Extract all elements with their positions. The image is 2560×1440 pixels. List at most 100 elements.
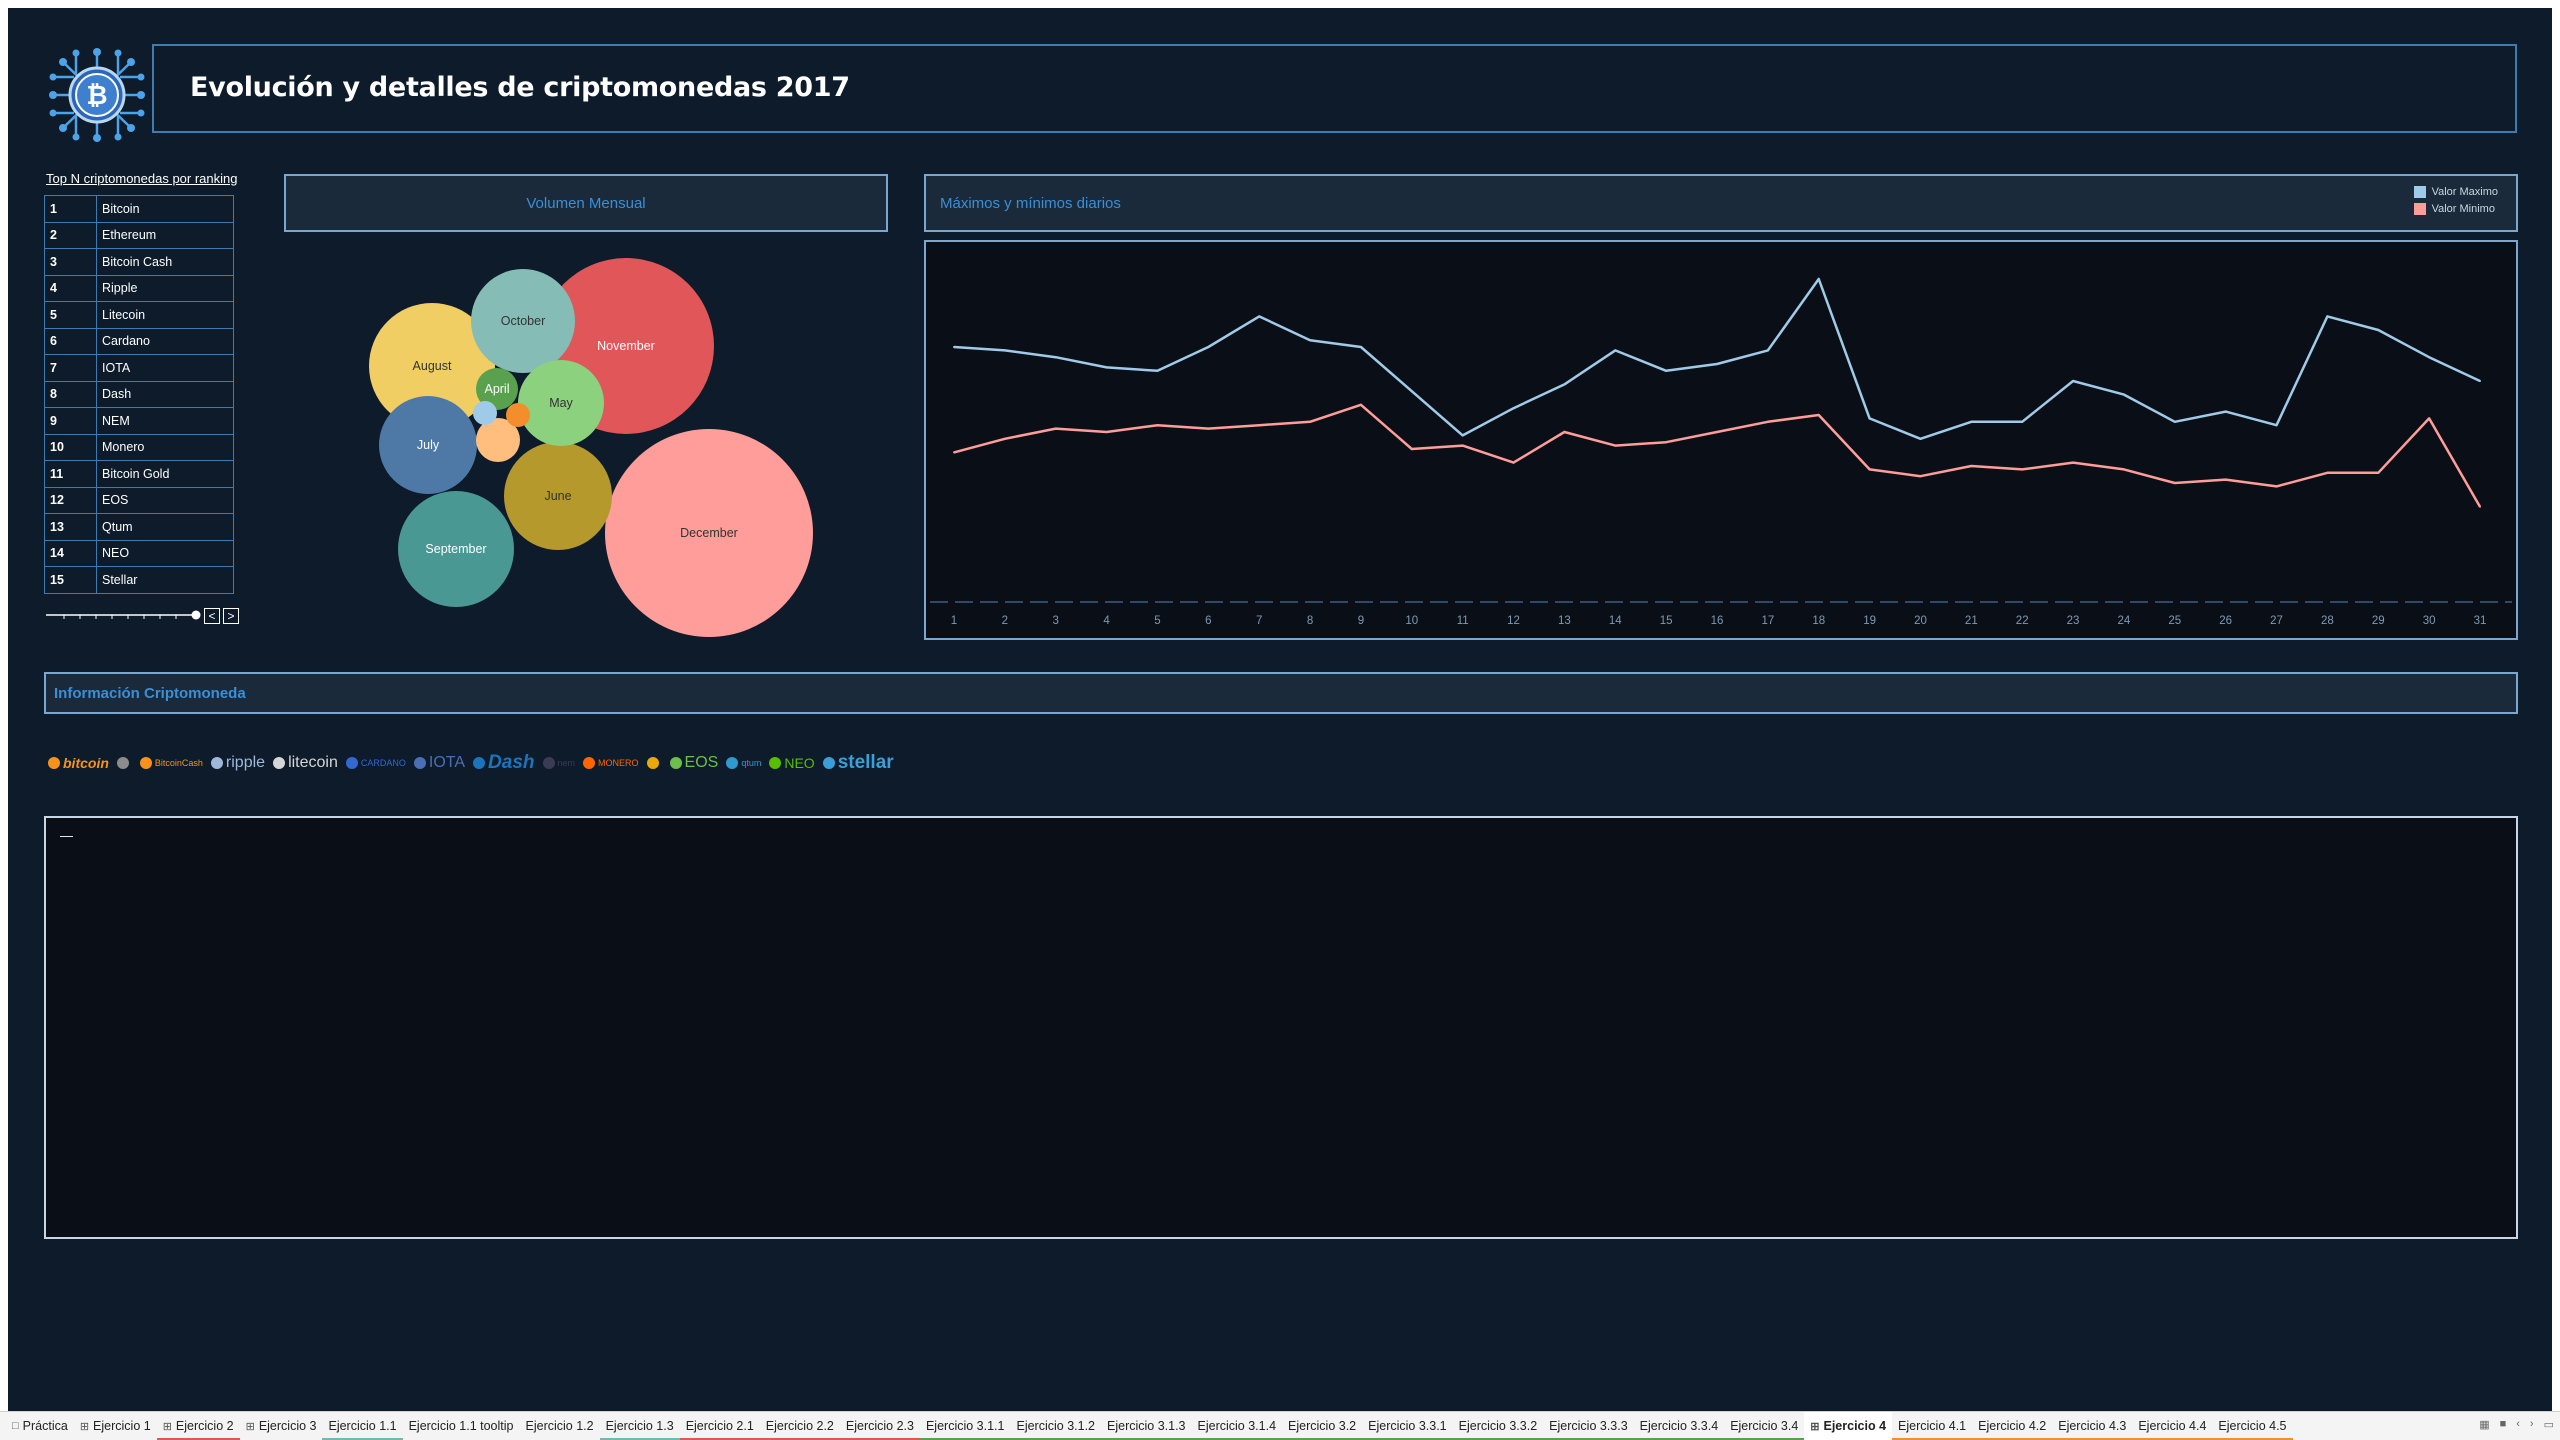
grid-view-icon[interactable]: ▦ [2479,1418,2489,1431]
data-point[interactable] [1105,431,1108,433]
data-point[interactable] [1410,448,1413,450]
data-point[interactable] [2428,417,2431,420]
logo-eos[interactable]: EOS [669,754,718,772]
data-point[interactable] [1716,363,1718,365]
data-point[interactable] [2326,471,2329,474]
scroll-left-icon[interactable]: ‹ [2516,1418,2520,1431]
sheet-tab[interactable]: ⊞ Ejercicio 2 [156,1412,240,1440]
legend-item-max[interactable]: Valor Maximo [2413,186,2498,198]
data-point[interactable] [2173,482,2176,484]
ranking-row[interactable]: 4 Ripple [44,274,234,302]
data-point[interactable] [1919,437,1922,440]
data-point[interactable] [1614,444,1617,447]
logo-qtum[interactable]: qtum [726,757,761,769]
sheet-tab[interactable]: Ejercicio 3.2 [1282,1412,1363,1440]
data-point[interactable] [2428,356,2431,359]
data-point[interactable] [2224,478,2227,481]
ranking-row[interactable]: 11 Bitcoin Gold [44,460,234,488]
sheet-tab[interactable]: Ejercicio 1.1 [322,1412,403,1440]
logo-monero[interactable]: MONERO [583,757,639,769]
sheet-tab[interactable]: Ejercicio 1.3 [599,1412,680,1440]
data-point[interactable] [2275,424,2278,427]
scroll-right-icon[interactable]: › [2530,1418,2534,1431]
data-point[interactable] [1258,424,1261,427]
bubble-small-10[interactable] [506,403,530,427]
data-point[interactable] [1970,420,1973,423]
ranking-row[interactable]: 15 Stellar [44,566,234,594]
ranking-row[interactable]: 2 Ethereum [44,221,234,249]
data-point[interactable] [1512,461,1515,464]
legend-item-min[interactable]: Valor Minimo [2413,203,2498,215]
sheet-tab[interactable]: Ejercicio 3.3.3 [1543,1412,1634,1440]
sheet-tab[interactable]: Ejercicio 3.1.1 [919,1412,1011,1440]
data-point[interactable] [1868,468,1871,471]
data-point[interactable] [1512,407,1515,410]
data-point[interactable] [2122,393,2125,396]
data-point[interactable] [1207,427,1210,430]
sheet-tab[interactable]: Ejercicio 3.3.1 [1362,1412,1453,1440]
data-point[interactable] [2479,505,2481,508]
data-point[interactable] [1156,369,1159,372]
sheet-tab[interactable]: Ejercicio 3.3.2 [1452,1412,1544,1440]
data-point[interactable] [2377,471,2380,474]
ranking-row[interactable]: 8 Dash [44,380,234,408]
ranking-row[interactable]: 7 IOTA [44,354,234,382]
sheet-tab[interactable]: □ Práctica [6,1412,74,1440]
logo-cardano[interactable]: CARDANO [345,757,406,769]
data-point[interactable] [1868,417,1871,420]
data-point[interactable] [2173,420,2176,423]
filmstrip-icon[interactable]: ■ [2500,1418,2507,1431]
logo-dash[interactable]: Dash [473,752,535,774]
data-point[interactable] [2021,420,2024,423]
sheet-tab[interactable]: Ejercicio 3.1.4 [1191,1412,1283,1440]
ranking-prev-button[interactable]: < [204,608,220,624]
ranking-row[interactable]: 5 Litecoin [44,301,234,329]
data-point[interactable] [1003,437,1006,440]
sheet-tab[interactable]: Ejercicio 2.1 [679,1412,760,1440]
data-point[interactable] [1359,403,1362,406]
sheet-tab[interactable]: ⊞ Ejercicio 3 [240,1412,323,1440]
data-point[interactable] [1105,366,1108,369]
bubble-small-11[interactable] [473,401,497,425]
sheet-tab[interactable]: Ejercicio 4.5 [2212,1412,2293,1440]
sheet-tab[interactable]: Ejercicio 2.2 [759,1412,840,1440]
data-point[interactable] [2479,380,2481,382]
logo-iota[interactable]: IOTA [413,754,465,772]
logo-nem[interactable]: nem [542,757,575,769]
present-icon[interactable]: ▭ [2544,1418,2554,1431]
data-point[interactable] [953,346,955,348]
data-point[interactable] [2072,380,2075,382]
data-point[interactable] [1563,431,1566,433]
data-point[interactable] [1309,420,1312,423]
ranking-row[interactable]: 6 Cardano [44,327,234,355]
logo-stellar[interactable]: stellar [822,752,894,774]
logo-litecoin[interactable]: litecoin [273,754,338,772]
sheet-tab[interactable]: Ejercicio 1.1 tooltip [403,1412,520,1440]
series-line-valor-maximo[interactable] [953,277,2481,441]
data-point[interactable] [1309,339,1312,342]
data-point[interactable] [2021,468,2024,471]
data-point[interactable] [2377,329,2380,331]
sheet-tab[interactable]: Ejercicio 4.1 [1892,1412,1973,1440]
sheet-tab[interactable]: Ejercicio 3.3.4 [1633,1412,1725,1440]
data-point[interactable] [1817,278,1820,280]
ranking-row[interactable]: 13 Qtum [44,513,234,541]
data-point[interactable] [1207,346,1210,348]
data-point[interactable] [1716,431,1718,433]
sheet-tab[interactable]: Ejercicio 3.4 [1724,1412,1805,1440]
data-point[interactable] [1919,475,1922,478]
data-point[interactable] [1054,427,1057,430]
data-point[interactable] [1461,434,1464,437]
ranking-row[interactable]: 14 NEO [44,539,234,567]
data-point[interactable] [1766,420,1769,423]
ranking-row[interactable]: 1 Bitcoin [44,195,234,223]
series-line-valor-minimo[interactable] [953,403,2482,508]
sheet-tab[interactable]: ⊞ Ejercicio 4 [1804,1411,1893,1440]
sheet-tab[interactable]: Ejercicio 4.4 [2132,1412,2213,1440]
logo-ethereum[interactable] [116,757,132,769]
sheet-tab[interactable]: Ejercicio 1.2 [520,1412,600,1440]
data-point[interactable] [1359,346,1362,348]
data-point[interactable] [1817,414,1820,416]
sheet-tab[interactable]: Ejercicio 4.3 [2052,1412,2133,1440]
ranking-slider[interactable] [44,608,204,622]
